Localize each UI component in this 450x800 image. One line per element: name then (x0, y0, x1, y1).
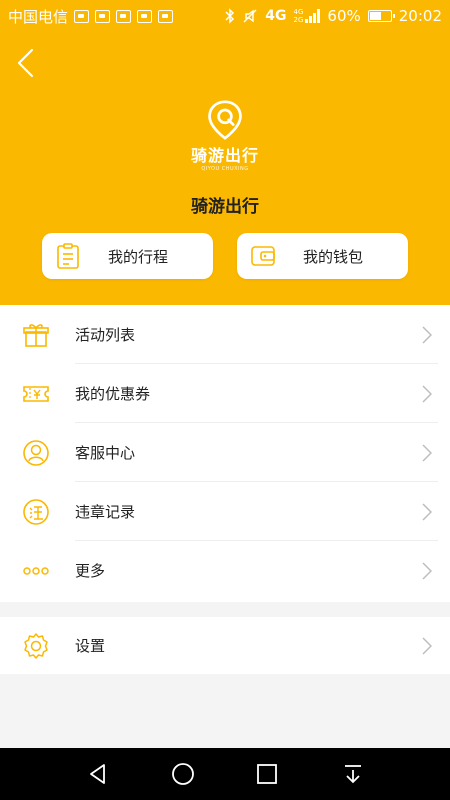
menu-item-coupons[interactable]: 我的优惠券 (0, 364, 450, 423)
battery-percent: 60% (327, 7, 361, 25)
status-bar: 中国电信 4G 4G 2G 60% 20:02 (0, 0, 450, 32)
status-left: 中国电信 (8, 6, 174, 27)
my-trips-label: 我的行程 (108, 247, 169, 266)
gift-icon (23, 323, 49, 347)
clock: 20:02 (398, 7, 442, 25)
customer-service-icon (23, 439, 49, 466)
bluetooth-icon (225, 8, 235, 24)
violation-icon (23, 498, 49, 525)
app-name: 骑游出行 (191, 197, 259, 217)
chevron-right-icon (422, 502, 432, 521)
battery-level (369, 12, 381, 20)
settings-section: 设置 (0, 617, 450, 674)
chevron-right-icon (422, 384, 432, 403)
gear-icon (24, 632, 48, 659)
menu-item-label: 活动列表 (75, 326, 136, 344)
mute-icon (243, 9, 257, 23)
chevron-right-icon (422, 443, 432, 462)
location-pin-logo-icon (208, 100, 242, 140)
nav-notification-button[interactable] (341, 762, 365, 786)
chevron-right-icon (422, 636, 432, 655)
my-trips-button[interactable]: 我的行程 (42, 233, 213, 279)
logo-subtitle: QIYOU CHUXING (201, 166, 249, 172)
menu-item-label: 更多 (75, 562, 106, 580)
triangle-back-icon (90, 764, 105, 784)
chevron-left-icon (17, 48, 34, 78)
app-logo: 骑游出行 QIYOU CHUXING (190, 100, 260, 172)
menu-item-label: 我的优惠券 (75, 385, 151, 403)
menu-item-violations[interactable]: 违章记录 (0, 482, 450, 541)
signal-indicator: 4G 2G (294, 8, 321, 24)
notification-icon (158, 9, 174, 23)
nav-recent-button[interactable] (255, 762, 279, 786)
circle-home-icon (172, 763, 194, 785)
network-small-bottom: 2G (293, 16, 304, 24)
more-icon (23, 566, 49, 575)
chevron-right-icon (422, 561, 432, 580)
nav-home-button[interactable] (171, 762, 195, 786)
menu-item-activities[interactable]: 活动列表 (0, 305, 450, 364)
notification-icon (74, 9, 90, 23)
notification-icon (116, 9, 132, 23)
network-small-top: 4G (293, 8, 304, 16)
menu-list: 活动列表 我的优惠券 客服中心 违章记录 更多 (0, 305, 450, 602)
back-button[interactable] (12, 46, 42, 80)
chevron-right-icon (422, 325, 432, 344)
carrier-name: 中国电信 (8, 7, 69, 26)
my-wallet-button[interactable]: 我的钱包 (237, 233, 408, 279)
battery-icon (367, 10, 395, 22)
network-type: 4G (265, 8, 287, 24)
logo-title: 骑游出行 (190, 146, 259, 165)
status-right: 4G 4G 2G 60% 20:02 (225, 7, 442, 25)
coupon-icon (23, 385, 49, 402)
menu-item-more[interactable]: 更多 (0, 541, 450, 600)
notification-icon (95, 9, 111, 23)
menu-item-customer-service[interactable]: 客服中心 (0, 423, 450, 482)
clipboard-icon (57, 243, 79, 269)
nav-back-button[interactable] (86, 762, 110, 786)
menu-item-label: 客服中心 (75, 444, 136, 462)
menu-item-label: 违章记录 (75, 503, 136, 521)
settings-label: 设置 (75, 637, 106, 655)
my-wallet-label: 我的钱包 (303, 247, 364, 266)
signal-icon (305, 9, 321, 23)
profile-header: 骑游出行 QIYOU CHUXING 骑游出行 我的行程 我的钱包 (0, 32, 450, 305)
system-nav-bar (0, 748, 450, 800)
wallet-icon (251, 246, 275, 266)
pull-down-icon (345, 765, 361, 784)
square-recent-icon (257, 764, 277, 784)
notification-icon (137, 9, 153, 23)
menu-item-settings[interactable]: 设置 (0, 617, 450, 674)
